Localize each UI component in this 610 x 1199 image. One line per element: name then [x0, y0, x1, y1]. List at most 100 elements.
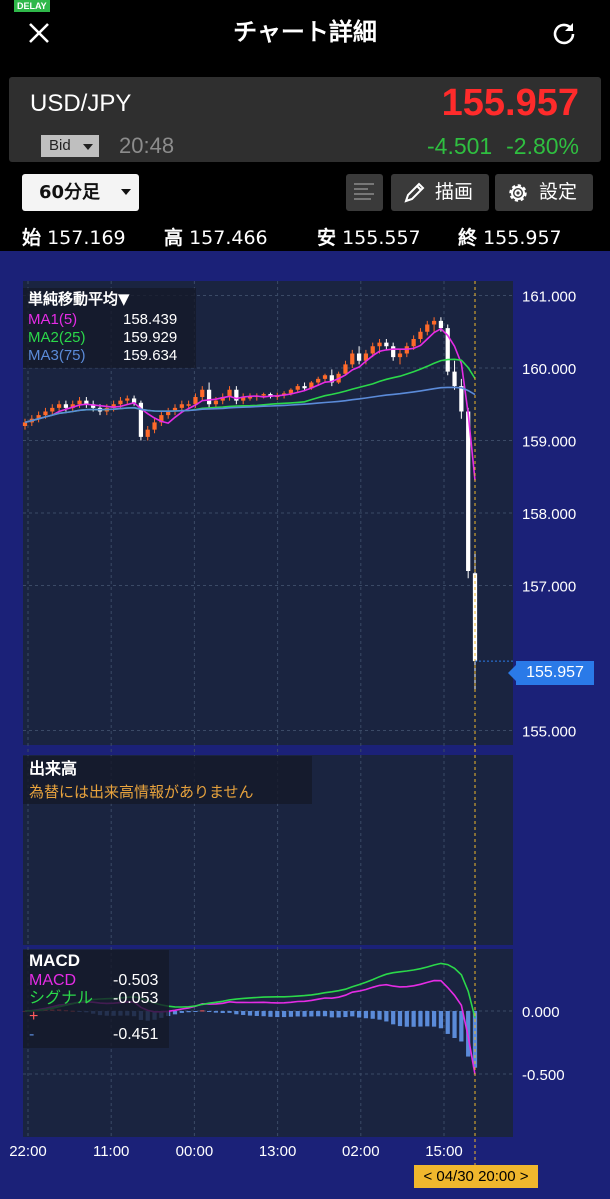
low-value: 155.557 — [342, 227, 421, 249]
list-view-button[interactable] — [346, 174, 383, 211]
price-chart[interactable]: 161.000 160.000 159.000 158.000 157.000 155.0… — [0, 251, 610, 1199]
draw-button[interactable]: 描画 — [391, 174, 489, 211]
candle-body — [418, 331, 423, 339]
page-title: チャート詳細 — [233, 18, 377, 46]
ma-legend[interactable]: 単純移動平均▼ MA1(5) 158.439 MA2(25) 159.929 M… — [23, 288, 196, 368]
macd-histogram-bar — [247, 1011, 253, 1016]
candle-body — [384, 342, 389, 347]
macd-histogram-bar — [241, 1011, 246, 1015]
ma3-value: 159.634 — [123, 347, 178, 364]
macd-histogram-bar — [193, 1011, 198, 1012]
ma1-label: MA1(5) — [28, 311, 78, 328]
macd-histogram-bar — [391, 1011, 396, 1025]
macd-histogram-bar — [363, 1011, 369, 1019]
candle-body — [295, 386, 300, 390]
macd-histogram-bar — [179, 1011, 184, 1013]
macd-histogram-bar — [418, 1011, 423, 1027]
macd-histogram-bar — [172, 1011, 178, 1015]
macd-histogram-bar — [309, 1011, 314, 1017]
candle-body — [213, 400, 219, 405]
symbol-label: USD/JPY — [30, 90, 132, 117]
close-value: 155.957 — [483, 227, 562, 249]
macd-histogram-bar — [431, 1011, 437, 1027]
macd-histogram-bar — [213, 1011, 219, 1013]
macd-histogram-bar — [206, 1011, 212, 1012]
delay-badge: DELAY — [14, 0, 50, 12]
high-value: 157.466 — [189, 227, 268, 249]
time-tick-label: 15:00 — [425, 1143, 463, 1160]
price-tick-label: 157.000 — [522, 579, 576, 596]
histogram-plus-label: + — [29, 1008, 39, 1025]
macd-tick-label: -0.500 — [522, 1067, 565, 1084]
candle-body — [322, 375, 328, 379]
candle-body — [370, 346, 375, 354]
macd-histogram-bar — [343, 1011, 348, 1018]
ma3-label: MA3(75) — [28, 347, 86, 364]
macd-histogram-bar — [322, 1011, 328, 1017]
candle-body — [391, 346, 396, 358]
macd-histogram-bar — [356, 1011, 362, 1018]
macd-label: MACD — [29, 972, 77, 989]
macd-histogram-bar — [254, 1011, 259, 1016]
candle-body — [316, 378, 321, 383]
candle-body — [145, 429, 150, 437]
time-tick-label: 00:00 — [176, 1143, 214, 1160]
volume-message: 為替には出来高情報がありません — [29, 783, 254, 801]
time-tick-label: 22:00 — [9, 1143, 47, 1160]
price-tick-label: 160.000 — [522, 361, 576, 378]
candle-body — [166, 411, 171, 416]
macd-legend: MACD MACD -0.503 シグナル -0.053 + - -0.451 — [23, 950, 169, 1048]
candle-body — [350, 353, 355, 365]
pencil-icon — [404, 182, 425, 203]
candle-body — [200, 389, 205, 397]
macd-histogram-bar — [350, 1011, 355, 1017]
price-type-select[interactable]: Bid — [41, 135, 99, 157]
candle-body — [186, 404, 191, 406]
candle-body — [50, 407, 55, 412]
current-price: 155.957 — [441, 82, 579, 124]
cursor-date-label[interactable]: < 04/30 20:00 > — [414, 1165, 538, 1188]
macd-histogram-bar — [288, 1011, 294, 1017]
macd-histogram-bar — [200, 1010, 205, 1012]
price-tick-label: 155.000 — [522, 724, 576, 741]
draw-label: 描画 — [435, 181, 474, 203]
candle-body — [261, 394, 266, 396]
chart-area[interactable]: 161.000 160.000 159.000 158.000 157.000 155.0… — [0, 251, 610, 1199]
current-price-label: 155.957 — [508, 661, 594, 685]
timeframe-select[interactable]: 60分足 — [22, 174, 139, 211]
candle-body — [179, 404, 184, 408]
ohlc-close: 終 155.957 — [458, 226, 562, 250]
ohlc-low: 安 155.557 — [317, 226, 421, 250]
macd-histogram-bar — [452, 1011, 457, 1038]
settings-button[interactable]: 設定 — [495, 174, 593, 211]
ohlc-high: 高 157.466 — [164, 226, 268, 250]
macd-histogram-bar — [377, 1011, 382, 1020]
macd-header: MACD — [29, 951, 80, 970]
candle-body — [397, 353, 403, 358]
macd-tick-label: 0.000 — [522, 1004, 560, 1021]
candle-body — [22, 422, 28, 426]
price-tick-label: 158.000 — [522, 506, 576, 523]
ma-legend-header[interactable]: 単純移動平均▼ — [28, 289, 130, 309]
timeframe-label: 60分足 — [39, 182, 101, 203]
macd-histogram-bar — [220, 1011, 225, 1014]
list-icon — [354, 183, 374, 200]
macd-histogram-bar — [227, 1011, 232, 1013]
candle-body — [206, 389, 212, 405]
histogram-minus-label: - — [29, 1026, 35, 1043]
macd-histogram-bar — [281, 1011, 287, 1018]
macd-histogram-bar — [234, 1011, 239, 1015]
candle-body — [438, 320, 444, 329]
refresh-icon[interactable] — [548, 18, 580, 50]
candle-body — [459, 386, 464, 412]
open-label: 始 — [22, 227, 42, 249]
macd-histogram-bar — [336, 1011, 341, 1018]
candle-body — [43, 411, 48, 416]
macd-histogram-bar — [397, 1011, 403, 1027]
top-bar: DELAY チャート詳細 — [0, 0, 610, 66]
chevron-down-icon — [121, 189, 131, 195]
macd-histogram-bar — [411, 1011, 416, 1027]
time-tick-label: 11:00 — [93, 1143, 129, 1160]
price-change: -4.501 — [427, 133, 493, 159]
low-label: 安 — [317, 227, 337, 249]
